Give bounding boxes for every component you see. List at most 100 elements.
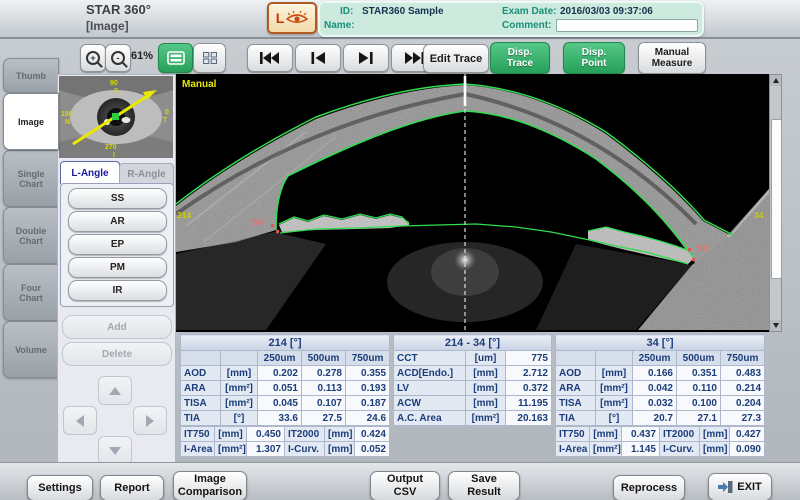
scroll-up-button[interactable]: [770, 75, 781, 86]
row-label: A.C. Area: [393, 410, 466, 426]
sidebar-tab-thumb[interactable]: Thumb: [3, 58, 59, 93]
row-unit: [mm]: [699, 441, 730, 457]
col-header: 250um: [632, 350, 677, 366]
rows-layout-icon: [166, 51, 185, 65]
scrollbar-thumb[interactable]: [771, 119, 782, 279]
cell-value: 1.307: [246, 441, 285, 457]
skip-to-start-icon: [260, 52, 279, 64]
oct-scan-image[interactable]: SS SS Manual 214 34: [176, 74, 769, 332]
site-button-ep[interactable]: EP: [68, 234, 167, 255]
first-frame-button[interactable]: [247, 44, 293, 72]
disp-trace-button[interactable]: Disp. Trace: [490, 42, 550, 74]
settings-button[interactable]: Settings: [27, 475, 93, 500]
cell-value: 20.163: [505, 410, 552, 426]
cell-value: 0.042: [632, 380, 677, 396]
row-label: LV: [393, 380, 466, 396]
orientation-label: 270: [105, 144, 117, 151]
image-scrollbar[interactable]: [769, 74, 782, 332]
footer-bar: Settings Report Image Comparison Output …: [0, 462, 800, 500]
site-button-ss[interactable]: SS: [68, 188, 167, 209]
magnifier-plus-icon: +: [86, 51, 100, 65]
left-iris-extra-table: IT750 [mm] 0.450 IT2000 [mm] 0.424 I-Area [mm…: [180, 426, 390, 457]
magnifier-minus-icon: -: [111, 51, 125, 65]
zoom-in-button[interactable]: +: [80, 44, 106, 72]
scroll-up-icon: [772, 78, 779, 83]
cell-value: 0.045: [257, 395, 302, 411]
zoom-out-button[interactable]: -: [105, 44, 131, 72]
exit-button[interactable]: EXIT: [708, 473, 772, 500]
add-button[interactable]: Add: [62, 315, 172, 339]
nudge-right-button[interactable]: [133, 406, 167, 435]
eye-icon: [286, 10, 309, 24]
row-unit: [mm]: [465, 380, 506, 396]
row-label: CCT: [393, 350, 466, 366]
row-unit: [mm]: [699, 426, 730, 442]
spacer-cell: [555, 350, 596, 366]
sidebar-tab-four-chart[interactable]: Four Chart: [3, 264, 59, 321]
sidebar-tab-double-chart[interactable]: Double Chart: [3, 207, 59, 264]
row-unit: [mm]: [214, 426, 247, 442]
save-result-button[interactable]: Save Result: [448, 471, 520, 500]
step-forward-icon: [359, 52, 373, 64]
comment-input[interactable]: [556, 19, 698, 32]
prev-frame-button[interactable]: [295, 44, 341, 72]
cell-value: 0.483: [719, 365, 766, 381]
row-label: IT2000: [284, 426, 325, 442]
nudge-down-button[interactable]: [98, 436, 132, 465]
cell-value: 0.187: [344, 395, 391, 411]
right-arrow-icon: [146, 414, 154, 427]
site-button-pm[interactable]: PM: [68, 257, 167, 278]
single-view-toggle[interactable]: [158, 43, 193, 73]
sidebar-tab-single-chart[interactable]: Single Chart: [3, 150, 59, 207]
row-label: AOD: [555, 365, 596, 381]
row-label: TIA: [180, 410, 221, 426]
orientation-label: 90: [110, 80, 118, 87]
nudge-up-button[interactable]: [98, 376, 132, 405]
scroll-down-button[interactable]: [770, 320, 781, 331]
cell-value: 1.145: [621, 441, 660, 457]
next-frame-button[interactable]: [343, 44, 389, 72]
right-angle-degree-label: 34: [754, 210, 764, 220]
output-csv-button[interactable]: Output CSV: [370, 471, 440, 500]
exit-button-label: EXIT: [737, 481, 762, 493]
site-button-ar[interactable]: AR: [68, 211, 167, 232]
cell-value: 0.113: [301, 380, 346, 396]
cell-value: 0.100: [676, 395, 721, 411]
col-header: 500um: [301, 350, 346, 366]
tab-l-angle[interactable]: L-Angle: [60, 161, 120, 184]
spacer-cell: [220, 350, 258, 366]
disp-point-button[interactable]: Disp. Point: [563, 42, 625, 74]
row-label: I-Area: [555, 441, 590, 457]
site-button-ir[interactable]: IR: [68, 280, 167, 301]
row-label: TISA: [555, 395, 596, 411]
exam-date-value: 2016/03/03 09:37:06: [560, 6, 653, 17]
left-angle-measurements-table: 214 [°] 250um 500um 750um AOD [mm] 0.202 0.…: [179, 334, 391, 426]
row-unit: [mm]: [465, 365, 506, 381]
col-header: 500um: [676, 350, 721, 366]
row-unit: [mm²]: [214, 441, 247, 457]
cell-value: 27.1: [676, 410, 721, 426]
name-label: Name:: [324, 20, 355, 31]
reprocess-button[interactable]: Reprocess: [613, 475, 685, 500]
orientation-label: S: [114, 88, 119, 95]
multi-view-toggle[interactable]: [193, 43, 226, 73]
manual-measure-button[interactable]: Manual Measure: [638, 42, 706, 74]
nudge-left-button[interactable]: [63, 406, 97, 435]
orientation-label: T: [163, 117, 168, 124]
image-comparison-button[interactable]: Image Comparison: [173, 471, 247, 500]
row-label: TISA: [180, 395, 221, 411]
app-title: STAR 360°: [86, 2, 151, 17]
delete-button[interactable]: Delete: [62, 342, 172, 366]
zoom-percent-label: 61%: [131, 50, 154, 62]
sidebar-tab-volume[interactable]: Volume: [3, 321, 59, 378]
row-label: ARA: [180, 380, 221, 396]
cell-value: 24.6: [344, 410, 391, 426]
row-label: IT2000: [659, 426, 700, 442]
sidebar-tab-image[interactable]: Image: [3, 93, 59, 150]
tab-r-angle[interactable]: R-Angle: [119, 163, 174, 185]
edit-trace-button[interactable]: Edit Trace: [423, 44, 489, 73]
cell-value: 0.032: [632, 395, 677, 411]
report-button[interactable]: Report: [100, 475, 164, 500]
anterior-chamber-table: 214 - 34 [°] CCT [um] 775 ACD[Endo.] [mm] 2.…: [393, 334, 552, 426]
trace-mode-label: Manual: [182, 79, 217, 90]
